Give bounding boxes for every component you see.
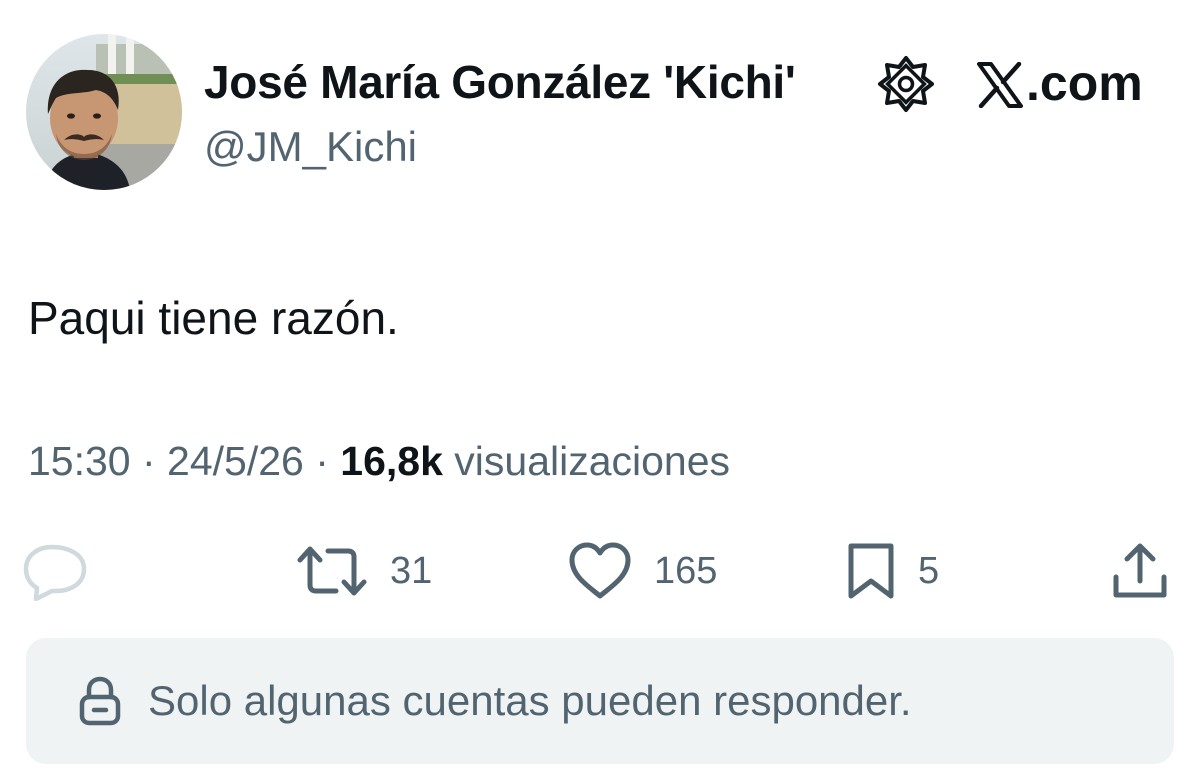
brand-label: .com	[976, 52, 1143, 114]
bookmark-count: 5	[918, 549, 940, 592]
tweet-time[interactable]: 15:30	[28, 438, 131, 484]
retweet-icon	[297, 546, 367, 596]
bookmark-button[interactable]: 5	[846, 536, 939, 606]
share-button[interactable]	[1110, 536, 1170, 606]
views-count[interactable]: 16,8k	[340, 438, 443, 484]
reply-button[interactable]	[22, 536, 90, 606]
bookmark-icon	[848, 543, 894, 599]
tweet-meta: 15:30 · 24/5/26 · 16,8k visualizaciones	[28, 432, 730, 490]
like-count: 165	[654, 549, 718, 592]
heart-icon	[569, 542, 631, 599]
meta-separator: ·	[130, 438, 168, 484]
x-logo-icon	[976, 60, 1024, 109]
verified-badge-icon	[876, 54, 936, 114]
meta-separator: ·	[303, 438, 341, 484]
avatar[interactable]	[26, 34, 182, 190]
reply-restriction-bar: Solo algunas cuentas pueden responder.	[26, 638, 1174, 764]
reply-restriction-text: Solo algunas cuentas pueden responder.	[148, 677, 912, 724]
display-name[interactable]: José María González 'Kichi'	[204, 52, 796, 112]
like-button[interactable]: 165	[568, 536, 717, 606]
retweet-count: 31	[390, 549, 433, 592]
reply-icon	[23, 544, 87, 601]
user-handle[interactable]: @JM_Kichi	[204, 120, 417, 174]
views-label: visualizaciones	[442, 438, 731, 484]
tweet-text: Paqui tiene razón.	[28, 292, 399, 344]
lock-icon	[79, 676, 121, 726]
share-icon	[1113, 543, 1167, 598]
tweet-date[interactable]: 24/5/26	[167, 438, 304, 484]
brand-domain: .com	[1026, 55, 1143, 111]
action-bar: 31 165 5	[0, 536, 1200, 606]
retweet-button[interactable]: 31	[296, 536, 432, 606]
